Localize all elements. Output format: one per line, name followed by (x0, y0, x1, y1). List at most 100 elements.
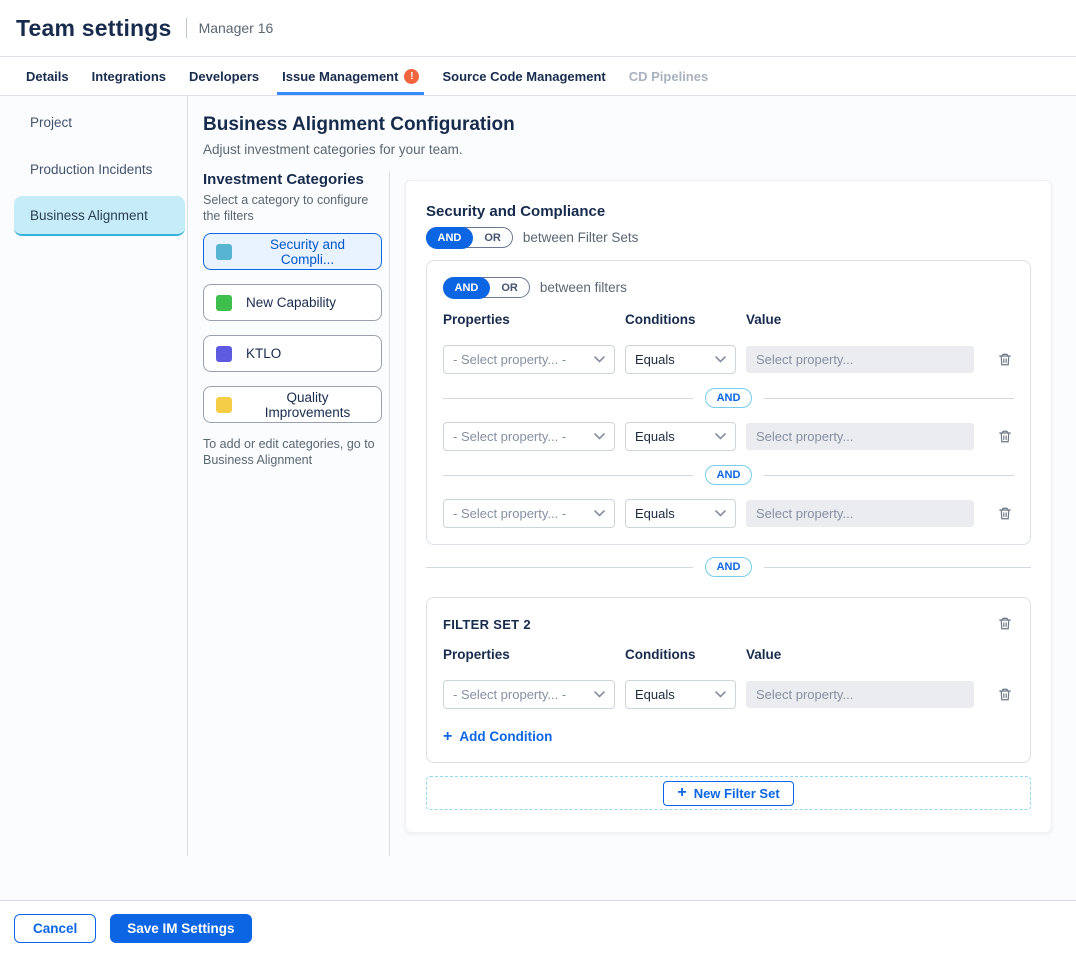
action-footer: Cancel Save IM Settings (0, 900, 1076, 956)
filter-set-title: FILTER SET 2 (443, 614, 531, 632)
filter-row: - Select property... - Equals (443, 422, 1014, 451)
filter-connector: AND (443, 388, 1014, 408)
cancel-button[interactable]: Cancel (14, 914, 96, 943)
chevron-down-icon (594, 691, 605, 698)
tab-issue-management[interactable]: Issue Management ! (277, 57, 424, 95)
category-color-swatch (216, 295, 232, 311)
categories-hint: Select a category to configure the filte… (203, 192, 379, 224)
subnav-label: Business Alignment (30, 208, 148, 223)
property-select[interactable]: - Select property... - (443, 499, 615, 528)
value-input[interactable] (746, 681, 974, 708)
column-header-conditions: Conditions (625, 312, 746, 327)
toggle-option-or[interactable]: OR (490, 282, 529, 294)
category-label: Quality Improvements (246, 390, 369, 420)
column-header-value: Value (746, 647, 1014, 662)
toggle-option-and[interactable]: AND (443, 277, 491, 299)
category-button-new-capability[interactable]: New Capability (203, 284, 382, 321)
property-select[interactable]: - Select property... - (443, 345, 615, 374)
chevron-down-icon (715, 433, 726, 440)
trash-icon (998, 506, 1012, 521)
filter-set-connector: AND (426, 557, 1031, 577)
value-input[interactable] (746, 423, 974, 450)
tab-label: CD Pipelines (629, 69, 708, 84)
categories-heading: Investment Categories (203, 171, 381, 188)
chevron-down-icon (715, 510, 726, 517)
column-header-value: Value (746, 312, 1014, 327)
category-button-security-and-compliance[interactable]: Security and Compli... (203, 233, 382, 270)
alert-badge-icon: ! (404, 69, 419, 84)
condition-select[interactable]: Equals (625, 422, 736, 451)
column-header-properties: Properties (443, 312, 625, 327)
save-im-settings-button[interactable]: Save IM Settings (110, 914, 251, 943)
category-color-swatch (216, 397, 232, 413)
and-connector-pill: AND (705, 465, 753, 485)
header-divider (186, 18, 187, 38)
delete-row-button[interactable] (996, 350, 1014, 369)
delete-row-button[interactable] (996, 427, 1014, 446)
category-button-quality-improvements[interactable]: Quality Improvements (203, 386, 382, 423)
tab-label: Integrations (92, 69, 166, 84)
condition-select[interactable]: Equals (625, 499, 736, 528)
and-connector-pill: AND (705, 557, 753, 577)
tab-source-code-management[interactable]: Source Code Management (437, 57, 610, 95)
category-label: Security and Compli... (246, 237, 369, 267)
chevron-down-icon (715, 691, 726, 698)
tab-label: Issue Management (282, 69, 398, 84)
page-title: Team settings (16, 15, 172, 42)
filter-row: - Select property... - Equals (443, 345, 1014, 374)
subnav-label: Production Incidents (30, 162, 152, 177)
chevron-down-icon (594, 510, 605, 517)
chevron-down-icon (715, 356, 726, 363)
filter-row: - Select property... - Equals (443, 680, 1014, 709)
chevron-down-icon (594, 356, 605, 363)
filter-row: - Select property... - Equals (443, 499, 1014, 528)
tab-label: Developers (189, 69, 259, 84)
delete-row-button[interactable] (996, 504, 1014, 523)
delete-row-button[interactable] (996, 685, 1014, 704)
property-select[interactable]: - Select property... - (443, 422, 615, 451)
filter-set-1: AND OR between filters Properties Condit… (426, 260, 1031, 545)
chevron-down-icon (594, 433, 605, 440)
condition-select[interactable]: Equals (625, 680, 736, 709)
column-header-properties: Properties (443, 647, 625, 662)
tab-cd-pipelines[interactable]: CD Pipelines (624, 57, 713, 95)
content-area: Project Production Incidents Business Al… (0, 96, 1076, 900)
new-filter-set-zone: + New Filter Set (426, 776, 1031, 810)
value-input[interactable] (746, 346, 974, 373)
subnav-item-project[interactable]: Project (14, 102, 185, 142)
trash-icon (998, 687, 1012, 702)
new-filter-set-button[interactable]: + New Filter Set (663, 781, 793, 806)
subnav-item-production-incidents[interactable]: Production Incidents (14, 149, 185, 189)
category-color-swatch (216, 244, 232, 260)
trash-icon (998, 429, 1012, 444)
tab-integrations[interactable]: Integrations (87, 57, 171, 95)
plus-icon: + (677, 786, 686, 800)
add-condition-button[interactable]: + Add Condition (443, 727, 552, 746)
filters-and-or-toggle[interactable]: AND OR (443, 277, 530, 298)
tab-developers[interactable]: Developers (184, 57, 264, 95)
trash-icon (998, 352, 1012, 367)
main-panel: Business Alignment Configuration Adjust … (188, 96, 1076, 856)
add-condition-label: Add Condition (459, 729, 552, 744)
and-connector-pill: AND (705, 388, 753, 408)
configuration-column: Security and Compliance AND OR between F… (390, 171, 1052, 856)
subnav-label: Project (30, 115, 72, 130)
filter-sets-and-or-toggle[interactable]: AND OR (426, 227, 513, 248)
toggle-suffix-label: between Filter Sets (523, 230, 639, 245)
toggle-suffix-label: between filters (540, 280, 627, 295)
category-color-swatch (216, 346, 232, 362)
toggle-option-or[interactable]: OR (473, 232, 512, 244)
toggle-option-and[interactable]: AND (426, 227, 474, 249)
tab-label: Source Code Management (442, 69, 605, 84)
category-button-ktlo[interactable]: KTLO (203, 335, 382, 372)
property-select[interactable]: - Select property... - (443, 680, 615, 709)
settings-subnav: Project Production Incidents Business Al… (0, 96, 188, 856)
value-input[interactable] (746, 500, 974, 527)
condition-select[interactable]: Equals (625, 345, 736, 374)
delete-filter-set-button[interactable] (996, 614, 1014, 633)
category-label: KTLO (246, 346, 281, 361)
tab-details[interactable]: Details (21, 57, 74, 95)
subnav-item-business-alignment[interactable]: Business Alignment (14, 196, 185, 236)
page-header: Team settings Manager 16 (0, 0, 1076, 57)
filter-set-2: FILTER SET 2 Properties Conditions Value (426, 597, 1031, 763)
